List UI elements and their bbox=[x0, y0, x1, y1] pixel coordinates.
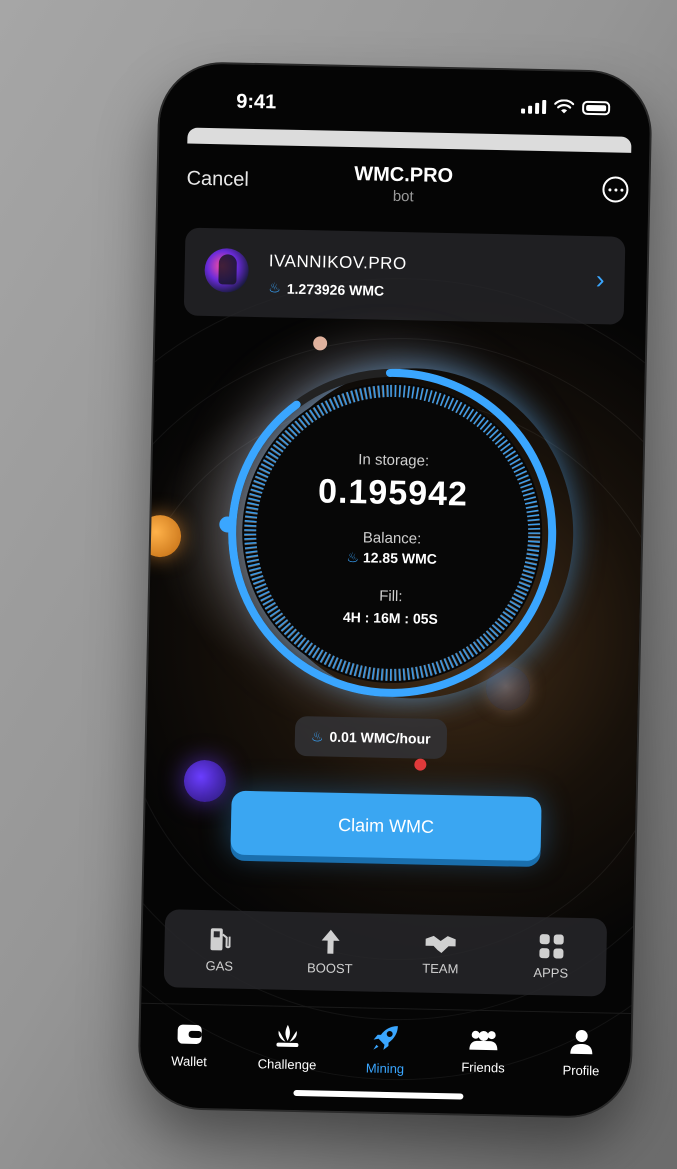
fuel-pump-icon bbox=[210, 927, 231, 950]
wallet-icon bbox=[177, 1024, 202, 1044]
tab-label: Challenge bbox=[257, 1055, 317, 1072]
quick-action-label: TEAM bbox=[422, 960, 459, 976]
crown-icon bbox=[276, 1024, 299, 1047]
handshake-icon bbox=[425, 935, 456, 953]
tab-label: Wallet bbox=[171, 1052, 208, 1069]
chevron-right-icon[interactable]: › bbox=[596, 264, 605, 295]
bottom-tab-bar: Wallet Challenge Mining Friends Profile bbox=[139, 1002, 632, 1095]
wifi-icon bbox=[554, 99, 575, 114]
wmc-flame-icon: ♨ bbox=[346, 548, 360, 566]
mining-dial: In storage: 0.195942 Balance: ♨ 12.85 WM… bbox=[214, 354, 571, 711]
status-time: 9:41 bbox=[235, 90, 277, 114]
tab-label: Mining bbox=[365, 1059, 405, 1076]
tab-label: Friends bbox=[461, 1058, 505, 1075]
tab-mining[interactable]: Mining bbox=[336, 1008, 436, 1090]
quick-action-label: BOOST bbox=[306, 959, 353, 976]
phone-frame: 9:41 Cancel WMC.PRO bot IVANNIKOV.PRO ♨ … bbox=[139, 62, 651, 1118]
quick-action-apps[interactable]: APPS bbox=[495, 916, 607, 996]
wmc-flame-icon: ♨ bbox=[310, 727, 324, 745]
grid-icon bbox=[539, 933, 564, 959]
claim-button[interactable]: Claim WMC bbox=[230, 790, 542, 862]
quick-action-label: APPS bbox=[533, 964, 569, 981]
avatar bbox=[204, 247, 250, 293]
quick-action-team[interactable]: TEAM bbox=[385, 914, 497, 994]
quick-action-label: GAS bbox=[205, 957, 234, 974]
tab-challenge[interactable]: Challenge bbox=[238, 1006, 338, 1088]
quick-actions-bar: GAS BOOST TEAM APPS bbox=[163, 909, 608, 997]
signal-icon bbox=[521, 99, 547, 114]
mining-rate-badge: ♨ 0.01 WMC/hour bbox=[294, 715, 447, 760]
arrow-up-icon bbox=[321, 929, 340, 954]
profile-card[interactable]: IVANNIKOV.PRO ♨ 1.273926 WMC › bbox=[183, 227, 626, 325]
friends-icon bbox=[469, 1030, 498, 1050]
profile-balance-value: 1.273926 WMC bbox=[286, 280, 385, 299]
mining-rate-value: 0.01 WMC/hour bbox=[329, 728, 431, 747]
rocket-icon bbox=[373, 1025, 398, 1050]
quick-action-gas[interactable]: GAS bbox=[164, 909, 276, 989]
profile-balance: ♨ 1.273926 WMC bbox=[268, 279, 384, 298]
balance-value: 12.85 WMC bbox=[362, 549, 438, 567]
storage-value: 0.195942 bbox=[317, 472, 469, 514]
battery-icon bbox=[582, 100, 611, 115]
tab-friends[interactable]: Friends bbox=[434, 1010, 534, 1092]
quick-action-boost[interactable]: BOOST bbox=[274, 912, 386, 992]
person-icon bbox=[570, 1029, 593, 1054]
tab-wallet[interactable]: Wallet bbox=[140, 1004, 240, 1086]
profile-name: IVANNIKOV.PRO bbox=[268, 251, 407, 274]
tab-profile[interactable]: Profile bbox=[532, 1012, 632, 1094]
status-icons bbox=[521, 99, 611, 116]
tab-label: Profile bbox=[562, 1062, 600, 1078]
wmc-flame-icon: ♨ bbox=[268, 279, 282, 296]
